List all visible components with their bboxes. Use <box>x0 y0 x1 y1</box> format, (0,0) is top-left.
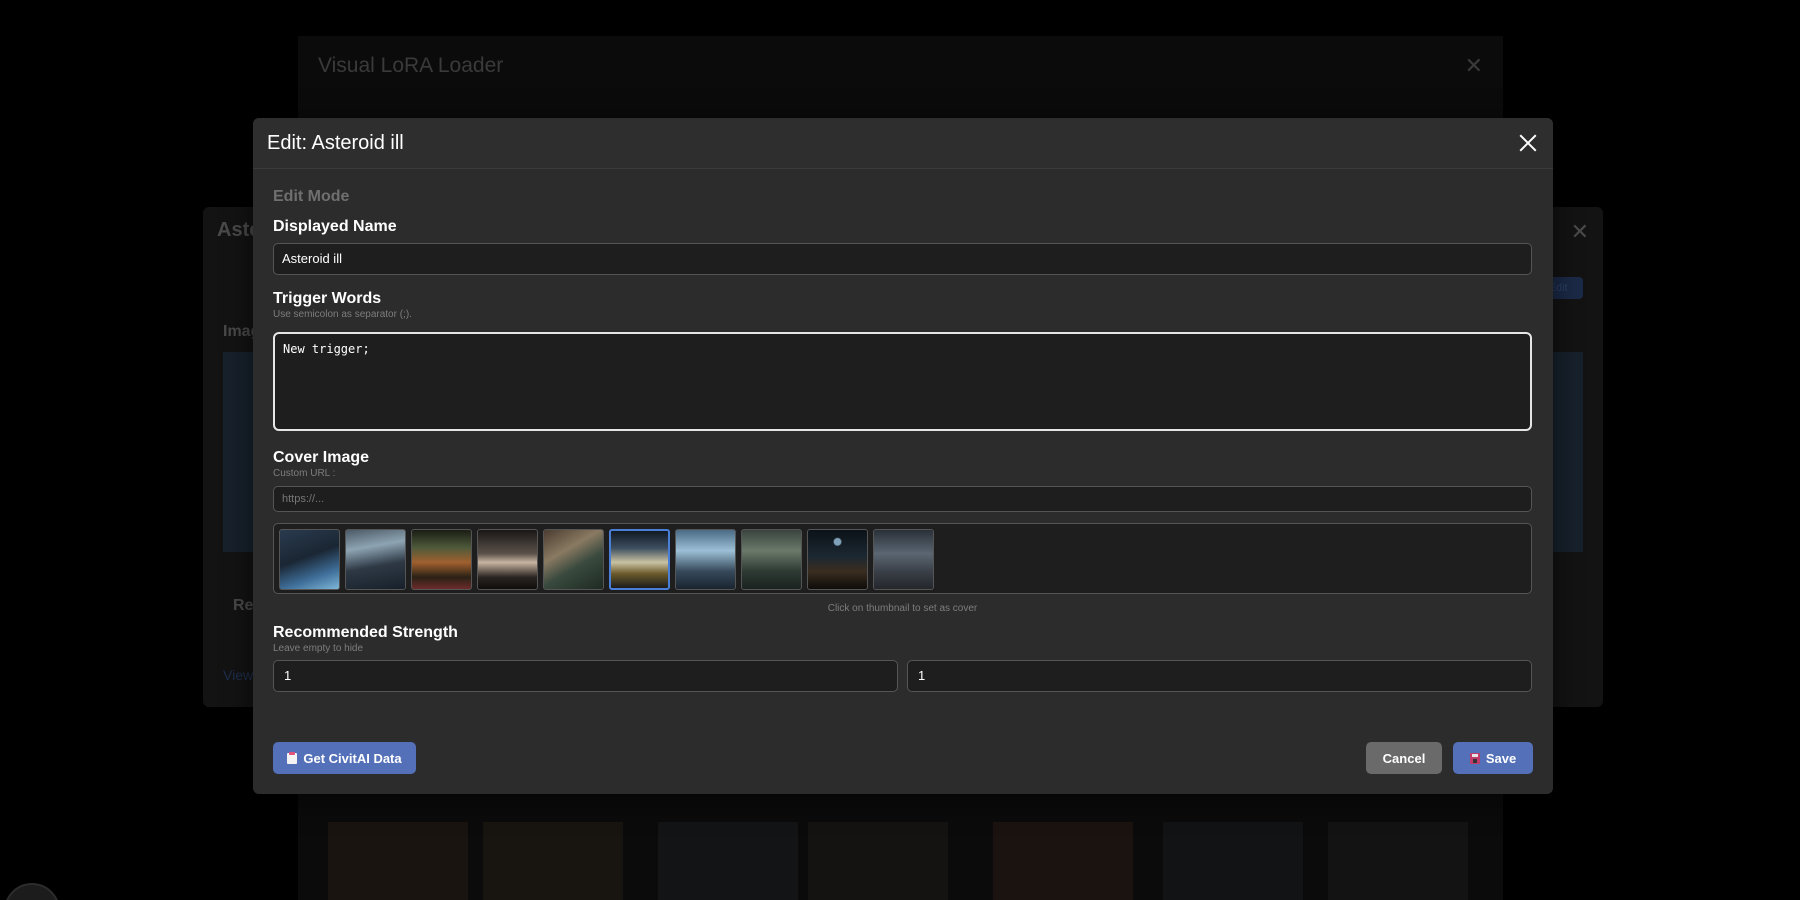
clip-strength-input[interactable]: 1 <box>907 660 1532 692</box>
save-button[interactable]: Save <box>1453 742 1533 774</box>
background-thumb <box>1163 822 1303 900</box>
background-thumb <box>808 822 948 900</box>
cancel-button[interactable]: Cancel <box>1366 742 1442 774</box>
thumbnail-picker <box>273 523 1532 594</box>
background-fab-button <box>4 883 60 900</box>
cover-thumbnail[interactable] <box>543 529 604 590</box>
modal-header: Edit: Asteroid ill <box>253 118 1553 169</box>
cover-thumbnail[interactable] <box>411 529 472 590</box>
background-view-link: View <box>223 667 254 683</box>
save-label: Save <box>1485 750 1517 766</box>
model-strength-input[interactable]: 1 <box>273 660 898 692</box>
background-image-right <box>1553 352 1583 552</box>
recommended-strength-hint: Leave empty to hide <box>273 643 364 654</box>
background-gallery <box>298 822 1503 900</box>
thumbnail-list <box>279 529 934 590</box>
edit-mode-heading: Edit Mode <box>273 188 350 205</box>
floppy-disk-icon <box>1469 752 1480 764</box>
background-window-title: Visual LoRA Loader <box>318 54 504 77</box>
background-thumb <box>658 822 798 900</box>
close-icon[interactable] <box>1515 130 1541 156</box>
cover-thumbnail[interactable] <box>807 529 868 590</box>
cover-thumbnail-selected[interactable] <box>609 529 670 590</box>
trigger-words-hint: Use semicolon as separator (;). <box>273 309 412 320</box>
background-recommended-label: Re <box>233 597 254 614</box>
trigger-words-textarea[interactable]: New trigger; <box>273 332 1532 431</box>
background-thumb <box>328 822 468 900</box>
background-thumb <box>483 822 623 900</box>
trigger-words-label: Trigger Words <box>273 290 382 307</box>
displayed-name-label: Displayed Name <box>273 218 397 235</box>
cover-thumbnail[interactable] <box>345 529 406 590</box>
background-close-icon: ✕ <box>1464 53 1483 78</box>
cover-image-label: Cover Image <box>273 449 370 466</box>
get-civitai-data-button[interactable]: Get CivitAI Data <box>273 742 416 774</box>
cancel-label: Cancel <box>1382 750 1426 766</box>
background-thumb <box>1328 822 1468 900</box>
background-image-left <box>223 352 253 552</box>
cover-thumbnail[interactable] <box>279 529 340 590</box>
edit-modal: Edit: Asteroid ill Edit Mode Displayed N… <box>253 118 1553 794</box>
background-details-close-icon: ✕ <box>1570 219 1589 244</box>
cover-thumbnail[interactable] <box>675 529 736 590</box>
cover-thumbnail[interactable] <box>741 529 802 590</box>
recommended-strength-label: Recommended Strength <box>273 624 458 641</box>
cover-thumbnail[interactable] <box>873 529 934 590</box>
custom-url-input[interactable]: https://... <box>273 486 1532 512</box>
background-thumb <box>993 822 1133 900</box>
modal-title: Edit: Asteroid ill <box>267 132 404 154</box>
get-civitai-data-label: Get CivitAI Data <box>303 750 402 766</box>
displayed-name-input[interactable]: Asteroid ill <box>273 243 1532 275</box>
custom-url-label: Custom URL : <box>273 468 336 479</box>
thumbnail-click-hint: Click on thumbnail to set as cover <box>827 603 978 614</box>
cover-thumbnail[interactable] <box>477 529 538 590</box>
clipboard-icon <box>287 751 298 764</box>
